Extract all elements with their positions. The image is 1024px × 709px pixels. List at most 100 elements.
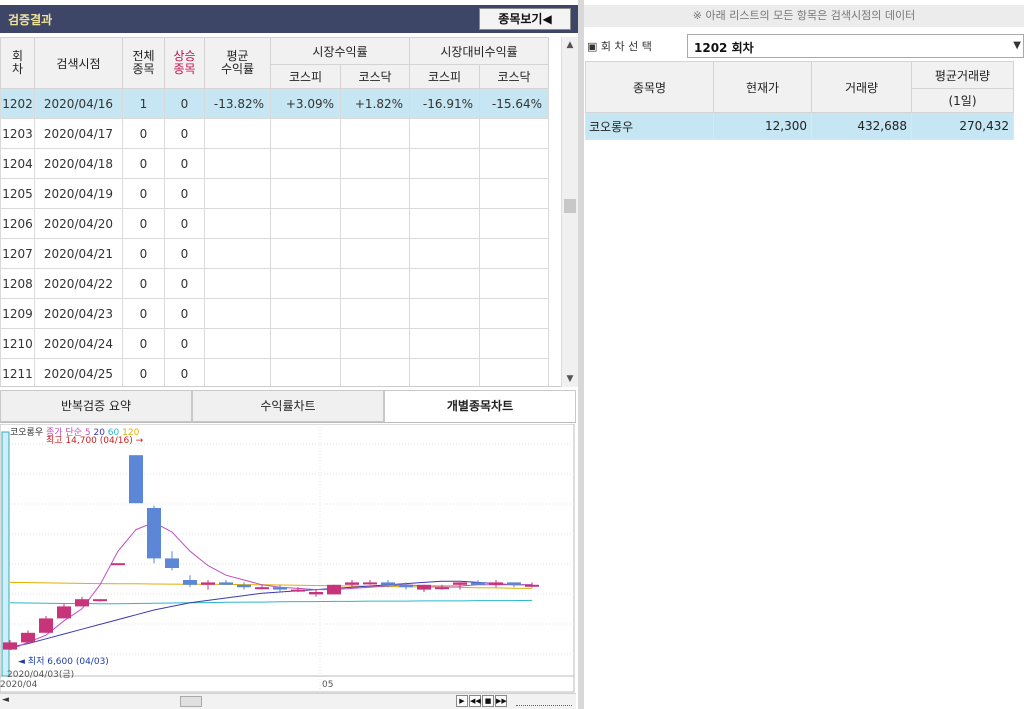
header-price: 현재가: [713, 61, 812, 113]
vs-kosdaq-cell: [479, 298, 550, 329]
candle-body: [435, 587, 449, 590]
candle-body: [417, 584, 431, 590]
candle-body: [291, 589, 305, 592]
scroll-up-icon[interactable]: ▲: [562, 37, 578, 53]
chart-scroll-thumb[interactable]: [180, 696, 202, 707]
vs-kosdaq-cell: [479, 358, 550, 386]
table-row[interactable]: 1208 2020/04/22 0 0: [0, 268, 550, 299]
candle-body: [57, 606, 71, 619]
table-row[interactable]: 1204 2020/04/18 0 0: [0, 148, 550, 179]
vs-kospi-cell: [409, 298, 481, 329]
chart-frame: [0, 424, 575, 693]
dropdown-arrow-icon[interactable]: ▼: [1013, 40, 1021, 51]
individual-stock-chart[interactable]: 코오롱우 종가 단순 5 20 60 120 최고 14,700 (04/16)…: [0, 424, 576, 709]
candle-body: [219, 582, 233, 585]
up-cell: 0: [164, 328, 205, 359]
table-row[interactable]: 1206 2020/04/20 0 0: [0, 208, 550, 239]
x-axis-label-may: 05: [322, 680, 334, 690]
square-bullet-icon: ▣: [587, 40, 598, 53]
forward-icon[interactable]: ▶▶: [495, 695, 507, 707]
header-vs-market-return: 시장대비수익률: [409, 37, 550, 65]
market-kospi-cell: +3.09%: [270, 88, 341, 119]
candle-body: [183, 580, 197, 585]
market-kosdaq-cell: [339, 298, 411, 329]
tab-individual-chart[interactable]: 개별종목차트: [384, 390, 576, 422]
scroll-thumb[interactable]: [564, 199, 576, 213]
round-cell: 1208: [0, 268, 35, 299]
vs-kospi-cell: [409, 328, 481, 359]
up-cell: 0: [164, 268, 205, 299]
chart-tabs: 반복검증 요약 수익률차트 개별종목차트: [0, 390, 576, 423]
tab-repeat-summary[interactable]: 반복검증 요약: [0, 390, 192, 422]
stock-table: 종목명 현재가 거래량 평균거래량 (1일) 코오롱우 12,300 432,688…: [585, 61, 1014, 140]
total-cell: 0: [122, 328, 165, 359]
round-select[interactable]: 1202 회차 ▼: [687, 34, 1024, 58]
table-row[interactable]: 1209 2020/04/23 0 0: [0, 298, 550, 329]
play-icon[interactable]: ▶: [456, 695, 468, 707]
round-cell: 1207: [0, 238, 35, 269]
vs-kospi-cell: [409, 208, 481, 239]
total-cell: 0: [122, 268, 165, 299]
avg-return-cell: [204, 148, 271, 179]
round-cell: 1203: [0, 118, 35, 149]
candle-body: [345, 582, 359, 585]
zoom-slider[interactable]: [516, 698, 572, 706]
up-cell: 0: [164, 118, 205, 149]
candle-body: [75, 599, 89, 607]
candle-body: [165, 558, 179, 568]
header-up-text: 상승 종목: [173, 49, 196, 76]
round-select-label-text: 회 차 선 택: [600, 40, 652, 53]
market-kosdaq-cell: [339, 238, 411, 269]
table-row[interactable]: 1210 2020/04/24 0 0: [0, 328, 550, 359]
date-cell: 2020/04/17: [34, 118, 123, 149]
avg-return-cell: [204, 358, 271, 386]
cursor-date-label: 2020/04/03(금): [7, 670, 75, 680]
candle-body: [255, 587, 269, 590]
toggle-stock-view-button[interactable]: 종목보기◀: [479, 8, 571, 30]
candle-body: [327, 584, 341, 595]
candle-body: [489, 582, 503, 585]
stop-icon[interactable]: ■: [482, 695, 494, 707]
low-label: 최저 6,600 (04/03): [27, 657, 109, 667]
candle-body: [399, 584, 413, 588]
vs-kosdaq-cell: [479, 238, 550, 269]
result-vertical-scrollbar[interactable]: ▲ ▼: [561, 37, 578, 387]
candlestick-chart: [0, 424, 575, 693]
result-title-bar: 검증결과 종목보기◀: [0, 5, 578, 33]
header-market-kospi: 코스피: [270, 64, 341, 89]
round-cell: 1211: [0, 358, 35, 386]
round-cell: 1205: [0, 178, 35, 209]
scroll-left-icon[interactable]: ◄: [2, 695, 9, 705]
market-kosdaq-cell: [339, 148, 411, 179]
price-cell: 12,300: [713, 112, 812, 140]
total-cell: 0: [122, 178, 165, 209]
date-cell: 2020/04/18: [34, 148, 123, 179]
table-row[interactable]: 1203 2020/04/17 0 0: [0, 118, 550, 149]
candle-body: [381, 582, 395, 585]
total-cell: 0: [122, 298, 165, 329]
scroll-down-icon[interactable]: ▼: [562, 371, 578, 387]
candle-body: [147, 508, 161, 559]
vs-kosdaq-cell: [479, 328, 550, 359]
candle-body: [471, 582, 485, 585]
total-cell: 0: [122, 238, 165, 269]
date-cell: 2020/04/22: [34, 268, 123, 299]
vs-kospi-cell: [409, 268, 481, 299]
header-total: 전체 종목: [122, 37, 165, 89]
date-cell: 2020/04/20: [34, 208, 123, 239]
table-row[interactable]: 1211 2020/04/25 0 0: [0, 358, 550, 386]
header-avg-volume-sub: (1일): [911, 88, 1014, 113]
table-row[interactable]: 1207 2020/04/21 0 0: [0, 238, 550, 269]
stock-row[interactable]: 코오롱우 12,300 432,688 270,432: [585, 112, 1014, 140]
tab-return-chart[interactable]: 수익률차트: [192, 390, 384, 422]
candle-body: [363, 582, 377, 585]
table-row[interactable]: 1202 2020/04/16 1 0 -13.82% +3.09% +1.82% -16.9…: [0, 88, 550, 119]
chart-horizontal-scrollbar[interactable]: ◄ ▶ ◀◀ ■ ▶▶: [0, 693, 576, 709]
avg-return-cell: [204, 118, 271, 149]
arrow-left-icon: ◄: [18, 657, 25, 667]
rewind-icon[interactable]: ◀◀: [469, 695, 481, 707]
table-row[interactable]: 1205 2020/04/19 0 0: [0, 178, 550, 209]
candle-body: [129, 455, 143, 504]
date-cell: 2020/04/23: [34, 298, 123, 329]
vs-kosdaq-cell: [479, 148, 550, 179]
